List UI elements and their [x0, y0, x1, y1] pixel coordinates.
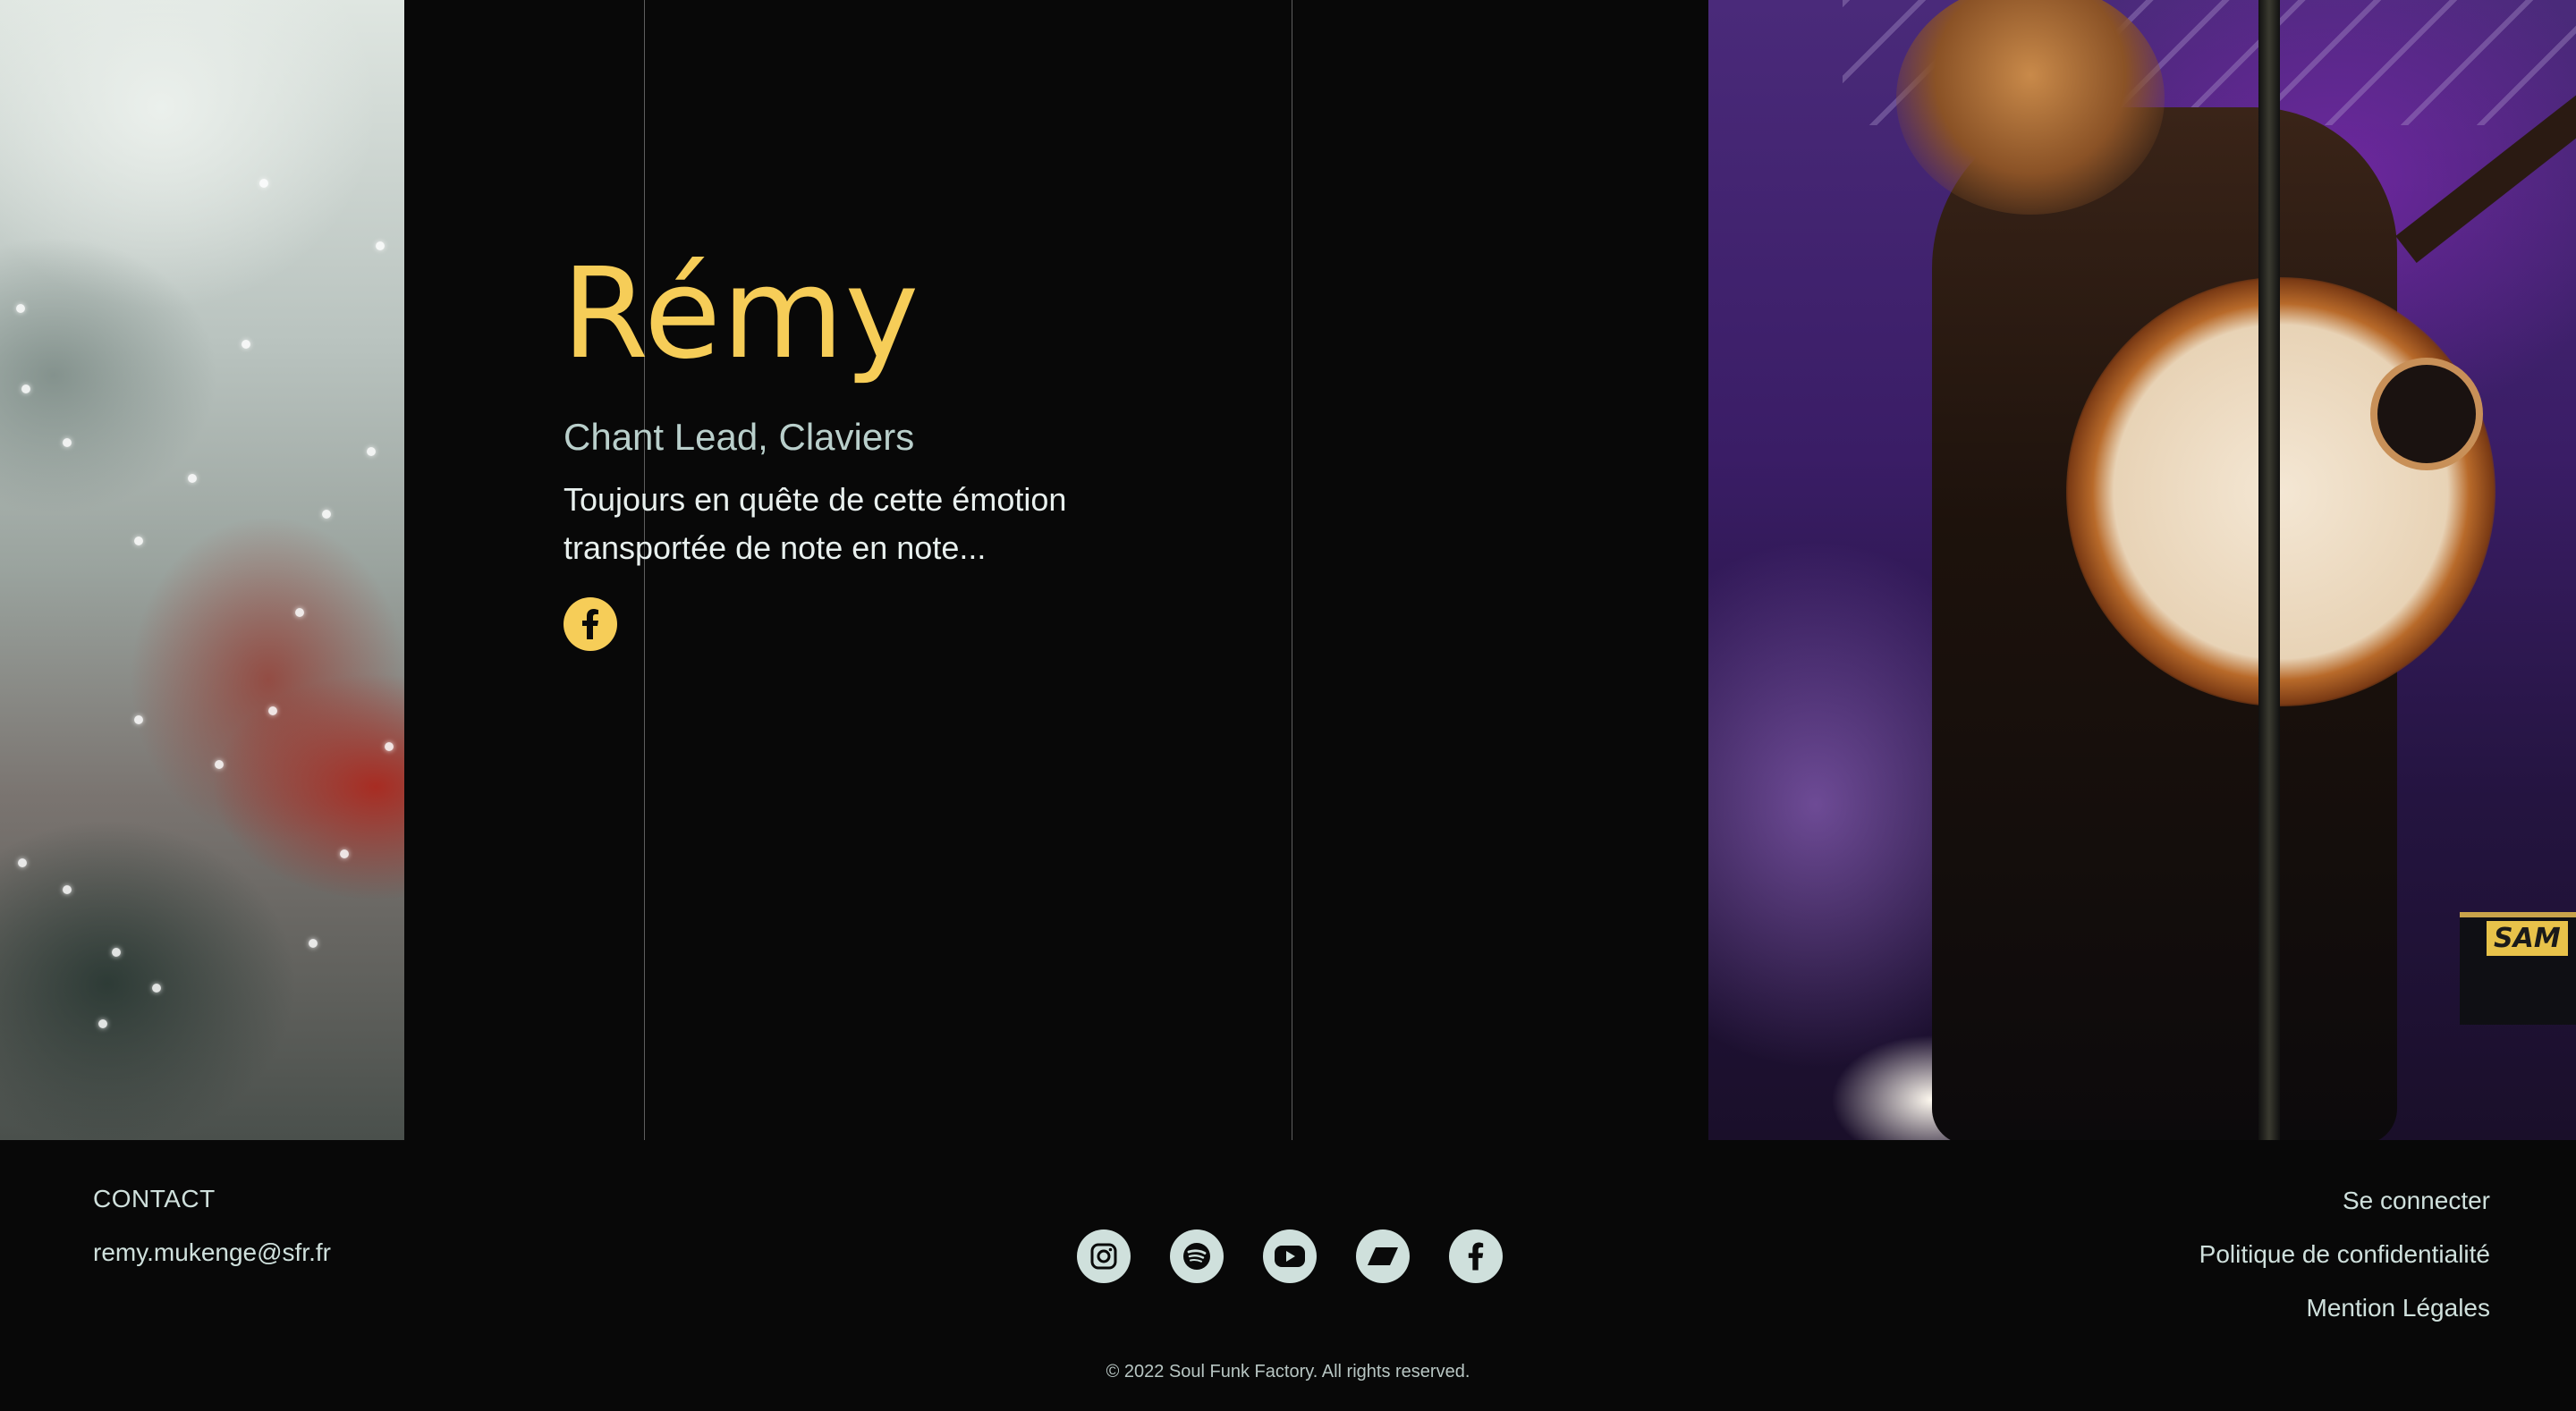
- member-role: Chant Lead, Claviers: [564, 416, 915, 458]
- privacy-policy-link[interactable]: Politique de confidentialité: [2199, 1238, 2490, 1271]
- facebook-icon: [1468, 1242, 1484, 1271]
- footer-links: Se connecter Politique de confidentialit…: [2199, 1185, 2490, 1324]
- social-links: [1077, 1229, 1503, 1283]
- youtube-link[interactable]: [1263, 1229, 1317, 1283]
- site-footer: CONTACT remy.mukenge@sfr.fr Se connecter…: [0, 1140, 2576, 1411]
- youtube-icon: [1275, 1246, 1305, 1267]
- contact-heading: CONTACT: [93, 1185, 216, 1212]
- bandcamp-link[interactable]: [1356, 1229, 1410, 1283]
- instagram-link[interactable]: [1077, 1229, 1131, 1283]
- smoke-photo: [0, 0, 404, 1140]
- contact-email-link[interactable]: remy.mukenge@sfr.fr: [93, 1238, 331, 1267]
- member-bio: Toujours en quête de cette émotion trans…: [564, 481, 1067, 566]
- login-link[interactable]: Se connecter: [2343, 1185, 2490, 1217]
- facebook-icon: [582, 609, 598, 639]
- spotify-icon: [1183, 1243, 1210, 1270]
- page: Rémy Chant Lead, Claviers Toujours en qu…: [0, 0, 2576, 1411]
- member-facebook-link[interactable]: [564, 597, 617, 651]
- facebook-link[interactable]: [1449, 1229, 1503, 1283]
- member-name: Rémy: [562, 241, 920, 387]
- keyboard-brand-label: SAM: [2487, 921, 2568, 956]
- copyright-text: © 2022 Soul Funk Factory. All rights res…: [1106, 1362, 1470, 1381]
- spotify-link[interactable]: [1170, 1229, 1224, 1283]
- instagram-icon: [1090, 1243, 1117, 1270]
- legal-notice-link[interactable]: Mention Légales: [2307, 1292, 2490, 1324]
- performer-photo: SAM: [1708, 0, 2576, 1140]
- member-hero: Rémy Chant Lead, Claviers Toujours en qu…: [0, 0, 2576, 1140]
- bandcamp-icon: [1368, 1247, 1398, 1265]
